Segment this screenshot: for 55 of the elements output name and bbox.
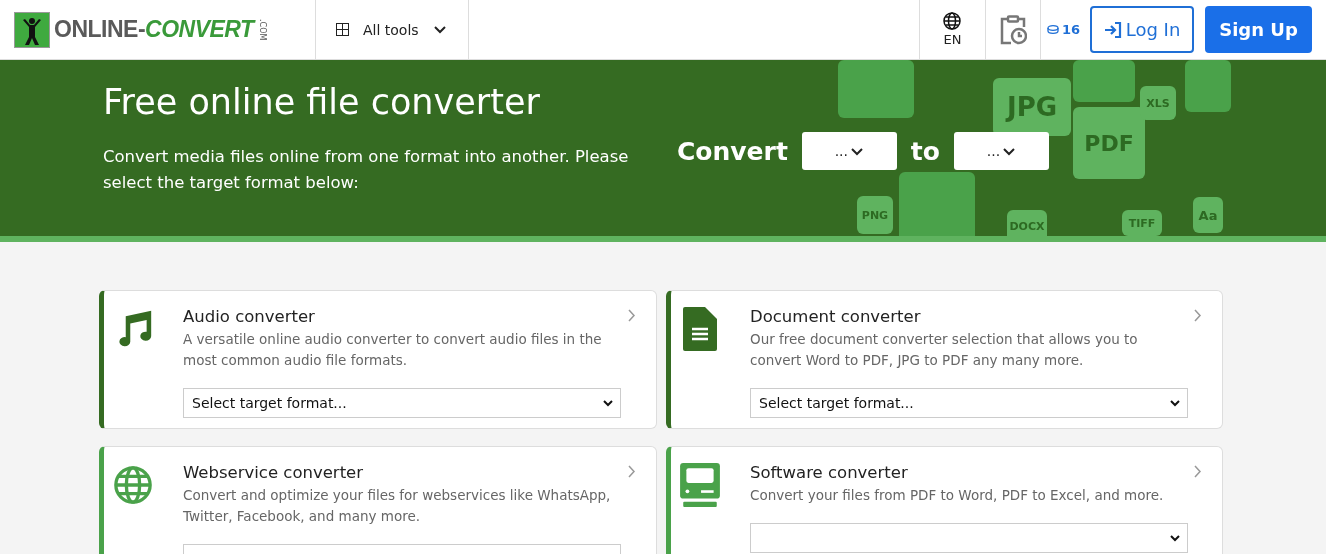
document-icon bbox=[680, 307, 720, 351]
chevron-right-icon bbox=[1194, 465, 1202, 478]
card-title: Audio converter bbox=[183, 307, 315, 326]
grid-icon bbox=[336, 23, 349, 36]
logo-icon bbox=[14, 11, 50, 48]
caret-icon bbox=[1169, 398, 1181, 408]
to-label: to bbox=[910, 136, 940, 166]
source-format-dropdown[interactable]: ... bbox=[801, 132, 897, 170]
converter-card[interactable]: Audio converter A versatile online audio converter to convert audio files in the most common audio file formats. Select target format... bbox=[99, 290, 657, 429]
login-button[interactable]: Log In bbox=[1090, 6, 1194, 53]
globe-icon bbox=[113, 463, 153, 507]
all-tools-menu[interactable]: All tools bbox=[315, 0, 469, 59]
computer-icon bbox=[680, 463, 720, 507]
file-tile: Aa bbox=[1193, 197, 1223, 233]
coins-icon bbox=[1046, 25, 1059, 34]
chevron-right-icon bbox=[628, 465, 636, 478]
logo-suffix: .COM bbox=[257, 18, 267, 41]
caret-icon bbox=[432, 24, 447, 35]
target-format-select[interactable] bbox=[750, 523, 1188, 553]
history-button[interactable] bbox=[984, 0, 1041, 59]
caret-icon bbox=[850, 145, 865, 157]
card-description: Convert and optimize your files for webservices like WhatsApp, Twitter, Facebook, and many more. bbox=[183, 486, 612, 526]
caret-icon bbox=[1169, 533, 1181, 543]
caret-icon bbox=[602, 398, 614, 408]
logo-wordmark[interactable]: ONLINE-CONVERT bbox=[54, 16, 254, 43]
file-tile: TIFF bbox=[1122, 210, 1162, 236]
language-selector[interactable]: EN bbox=[918, 0, 985, 59]
converter-card[interactable]: Document converter Our free document converter selection that allows you to convert Word to PDF, JPG to PDF any many more. Select target format... bbox=[666, 290, 1223, 429]
target-format-select[interactable]: Select target format... bbox=[750, 388, 1188, 418]
target-format-select[interactable]: Select target format... bbox=[183, 388, 621, 418]
converter-card[interactable]: Software converter Convert your files from PDF to Word, PDF to Excel, and more. bbox=[666, 446, 1223, 554]
card-title: Software converter bbox=[750, 463, 908, 482]
convert-label: Convert bbox=[677, 136, 788, 166]
file-tile: XLS bbox=[1140, 86, 1176, 120]
card-description: Convert your files from PDF to Word, PDF to Excel, and more. bbox=[750, 486, 1165, 505]
card-description: A versatile online audio converter to convert audio files in the most common audio file formats. bbox=[183, 330, 603, 370]
converter-card[interactable]: Webservice converter Convert and optimize your files for webservices like WhatsApp, Twitter, Facebook, and many more. bbox=[99, 446, 657, 554]
card-title: Webservice converter bbox=[183, 463, 364, 482]
file-tile: PDF bbox=[1073, 107, 1145, 179]
chevron-right-icon bbox=[628, 309, 636, 322]
card-title: Document converter bbox=[750, 307, 921, 326]
login-icon bbox=[1103, 21, 1122, 38]
target-format-dropdown[interactable]: ... bbox=[954, 132, 1049, 170]
file-tile: JPG bbox=[993, 78, 1071, 136]
chevron-right-icon bbox=[1194, 309, 1202, 322]
card-description: Our free document converter selection that allows you to convert Word to PDF, JPG to PDF any many more. bbox=[750, 330, 1139, 370]
signup-button[interactable]: Sign Up bbox=[1205, 6, 1312, 53]
hero-subtitle: Convert media files online from one format into another. Please select the target format below: bbox=[103, 146, 630, 194]
credit-count: 16 bbox=[1061, 22, 1080, 37]
globe-icon bbox=[943, 12, 962, 30]
clipboard-clock-icon bbox=[998, 14, 1027, 45]
hero-title: Free online file converter bbox=[103, 82, 541, 122]
file-tile: DOCX bbox=[1007, 210, 1047, 236]
caret-icon bbox=[1002, 145, 1017, 157]
file-tile: PNG bbox=[857, 196, 893, 234]
